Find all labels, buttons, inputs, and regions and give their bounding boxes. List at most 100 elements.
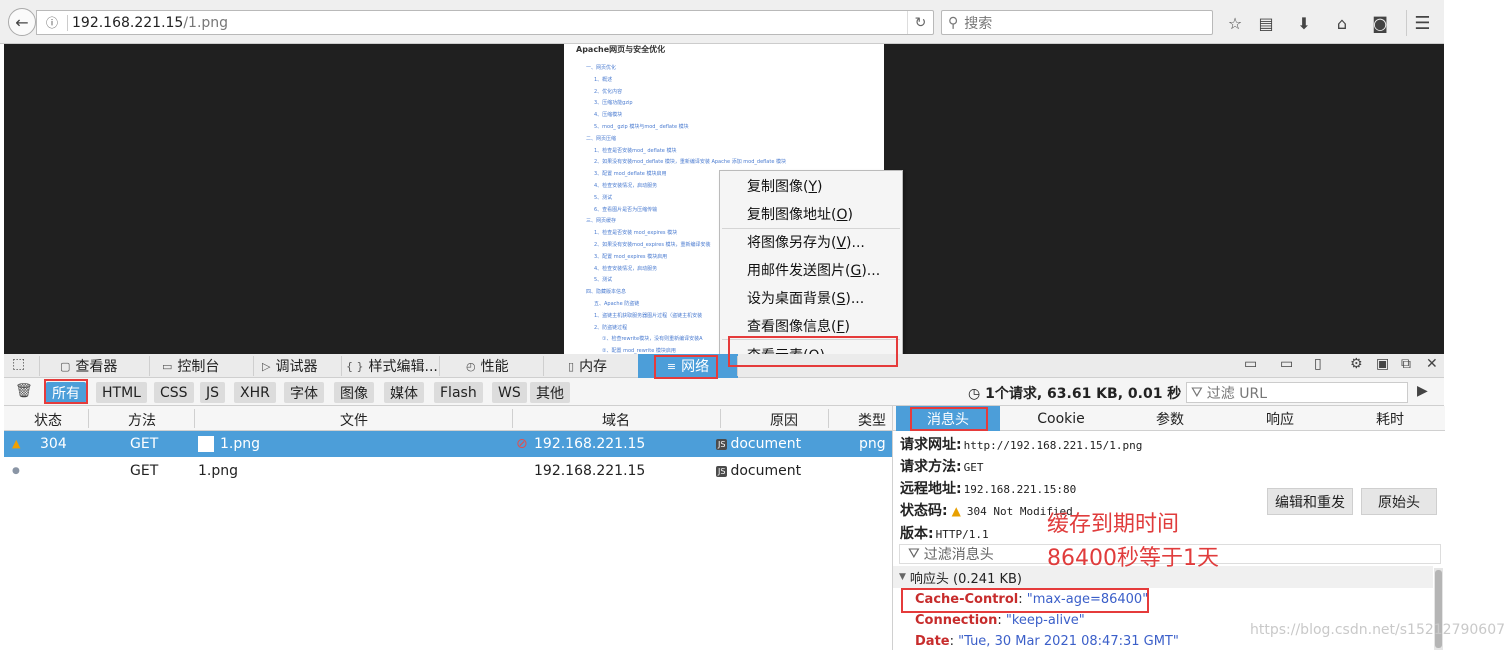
column-header[interactable]: 方法: [128, 410, 156, 430]
doc-line: 6、查看图片是否为压缩传输: [594, 206, 658, 213]
bookmark-star-icon[interactable]: ☆: [1224, 12, 1246, 34]
method-cell: GET: [130, 436, 159, 452]
filter-图像[interactable]: 图像: [334, 382, 374, 403]
tab-headers[interactable]: 消息头: [896, 406, 1000, 431]
table-row[interactable]: ▲ 304 GET ⊘ 1.png 192.168.221.15 JS document png: [4, 431, 892, 457]
type-cell: png: [859, 436, 886, 452]
annotation-line-1: 缓存到期时间: [1047, 512, 1180, 537]
filter-js[interactable]: JS: [200, 382, 226, 403]
js-badge: JS: [716, 465, 728, 477]
filter-xhr[interactable]: XHR: [234, 382, 276, 403]
version-row: 版本: HTTP/1.1: [900, 526, 989, 542]
element-picker-icon[interactable]: ⬚: [12, 356, 25, 372]
doc-line: 2、防盗链过程: [594, 324, 628, 331]
tab-performance[interactable]: ◴ 性能: [460, 354, 544, 378]
menu-item-copy-image[interactable]: 复制图像(Y): [747, 176, 823, 196]
tab-response[interactable]: 响应: [1225, 406, 1335, 431]
debugger-icon: ▷: [262, 359, 271, 373]
column-header[interactable]: 类型: [858, 410, 886, 430]
tab-network[interactable]: ≡ 网络: [638, 354, 738, 378]
filter-icon: ⛛: [1191, 384, 1203, 401]
column-header[interactable]: 状态: [34, 410, 62, 430]
dock-icon[interactable]: ▭: [1244, 356, 1257, 372]
details-tabs: 消息头 Cookie 参数 响应 耗时: [893, 406, 1445, 431]
filter-all[interactable]: 所有: [46, 382, 86, 403]
status-cell: 304: [40, 436, 67, 452]
doc-line: 4、压缩模块: [594, 112, 623, 119]
doc-line: 5、测试: [594, 277, 613, 284]
menu-item-view-image-info[interactable]: 查看图像信息(F): [747, 316, 850, 336]
filter-flash[interactable]: Flash: [434, 382, 483, 403]
tab-params[interactable]: 参数: [1115, 406, 1225, 431]
watermark: https://blog.csdn.net/s15212790607: [1250, 622, 1506, 638]
filter-html[interactable]: HTML: [96, 382, 147, 403]
network-filter-bar: 🗑 ◷ 1个请求, 63.61 KB, 0.01 秒 ⛛ 过滤 URL ▶ 所有 H…: [4, 378, 1444, 406]
column-header[interactable]: 文件: [340, 410, 368, 430]
response-header-row[interactable]: Cache-Control: "max-age=86400": [915, 592, 1148, 607]
doc-line: 1、概述: [594, 76, 613, 83]
download-icon[interactable]: ⬇: [1293, 12, 1315, 34]
response-header-row[interactable]: Date: "Tue, 30 Mar 2021 08:47:31 GMT": [915, 634, 1179, 649]
table-row[interactable]: ● GET 1.png 192.168.221.15 JS document: [4, 458, 892, 484]
edit-resend-button[interactable]: 编辑和重发: [1267, 488, 1353, 515]
reload-icon[interactable]: ↻: [907, 11, 933, 34]
doc-line: 3、压缩功能gzip: [594, 100, 633, 107]
column-header[interactable]: 域名: [602, 410, 630, 430]
search-input[interactable]: ⚲ 搜索: [941, 10, 1213, 35]
doc-title: Apache网页与安全优化: [576, 45, 666, 54]
file-cell: 1.png: [220, 436, 261, 452]
menu-icon[interactable]: ☰: [1406, 10, 1438, 36]
tab-debugger[interactable]: ▷ 调试器: [256, 354, 342, 378]
menu-item-save-image-as[interactable]: 将图像另存为(V)...: [747, 232, 865, 252]
doc-line: 3、配置 mod_expires 模块启用: [594, 253, 668, 260]
filter-icon: ⛛: [908, 546, 920, 562]
menu-item-copy-image-address[interactable]: 复制图像地址(O): [747, 204, 853, 224]
doc-line: ①、检查rewrite模块，没有则重新编译安装A: [602, 336, 703, 343]
close-icon[interactable]: ✕: [1426, 356, 1438, 372]
url-bar[interactable]: ⓘ 192.168.221.15/1.png ↻: [36, 10, 934, 35]
menu-item-email-image[interactable]: 用邮件发送图片(G)...: [747, 260, 880, 280]
menu-item-set-desktop-background[interactable]: 设为桌面背景(S)...: [747, 288, 864, 308]
trash-icon[interactable]: 🗑: [15, 383, 33, 399]
doc-line: 五、Apache 防盗链: [594, 301, 640, 307]
responsive-icon[interactable]: ▯: [1314, 356, 1322, 372]
doc-line: 二、网页压缩: [586, 135, 617, 142]
filter-字体[interactable]: 字体: [284, 382, 324, 403]
tab-style-editor[interactable]: { } 样式编辑...: [340, 354, 440, 378]
home-icon[interactable]: ⌂: [1331, 12, 1353, 34]
console-icon: ▭: [162, 359, 173, 373]
context-menu: 复制图像(Y) 复制图像地址(O) 将图像另存为(V)... 用邮件发送图片(G)..…: [719, 170, 903, 368]
browser-toolbar: ← ⓘ 192.168.221.15/1.png ↻ ⚲ 搜索 ☆ ▤ ⬇ ⌂ …: [0, 0, 1444, 44]
raw-headers-button[interactable]: 原始头: [1361, 488, 1437, 515]
tab-cookie[interactable]: Cookie: [1006, 406, 1116, 431]
tab-inspector[interactable]: ▢ 查看器: [54, 354, 150, 378]
side-dock-icon[interactable]: ▣: [1376, 356, 1389, 372]
warning-icon: ▲: [951, 504, 961, 518]
separate-window-icon[interactable]: ⧉: [1401, 356, 1411, 372]
column-header[interactable]: 原因: [770, 410, 798, 430]
tab-memory[interactable]: ▯ 内存: [562, 354, 642, 378]
search-icon: ⚲: [948, 14, 959, 31]
toggle-sidebar-icon[interactable]: ▶: [1417, 383, 1428, 399]
console-split-icon[interactable]: ▭: [1280, 356, 1293, 372]
back-icon[interactable]: ←: [8, 8, 36, 36]
doc-line: 1、盗链主机获取服务器图片过程（盗链主机安装: [594, 312, 703, 319]
settings-icon[interactable]: ⚙: [1350, 356, 1363, 372]
devtools-toolbar: ⬚ ▢ 查看器 ▭ 控制台 ▷ 调试器{ } 样式编辑... ◴ 性能 ▯ 内存 ≡ 网络 ▭ ▭ ▯ …: [4, 354, 1444, 378]
pocket-icon[interactable]: ◙: [1369, 12, 1391, 34]
doc-line: 3、配置 mod_deflate 模块启用: [594, 171, 667, 178]
filter-其他[interactable]: 其他: [530, 382, 570, 403]
tab-timings[interactable]: 耗时: [1335, 406, 1445, 431]
filter-媒体[interactable]: 媒体: [384, 382, 424, 403]
reading-list-icon[interactable]: ▤: [1255, 12, 1277, 34]
js-badge: JS: [716, 438, 728, 450]
style-editor-icon: { }: [346, 359, 364, 373]
response-header-row[interactable]: Connection: "keep-alive": [915, 613, 1085, 628]
info-icon[interactable]: ⓘ: [41, 12, 63, 34]
doc-line: 三、网页缓存: [586, 218, 617, 225]
annotation-line-2: 86400秒等于1天: [1047, 546, 1219, 571]
filter-ws[interactable]: WS: [492, 382, 527, 403]
filter-css[interactable]: CSS: [154, 382, 194, 403]
url-filter-input[interactable]: ⛛ 过滤 URL: [1186, 382, 1408, 403]
tab-console[interactable]: ▭ 控制台: [156, 354, 254, 378]
